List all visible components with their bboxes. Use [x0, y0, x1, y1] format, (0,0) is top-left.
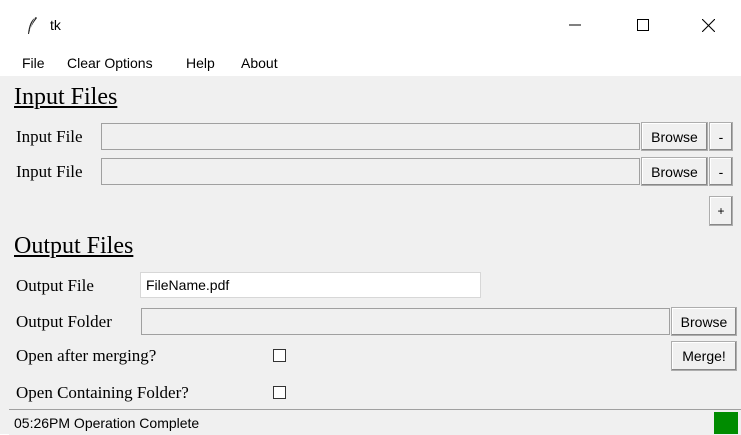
maximize-button[interactable] [620, 0, 666, 50]
minimize-icon [569, 24, 581, 26]
input-browse-button-2[interactable]: Browse [641, 157, 708, 186]
input-remove-button-2[interactable]: - [709, 157, 733, 186]
input-files-heading: Input Files [14, 84, 118, 110]
status-text: 05:26PM Operation Complete [14, 415, 200, 431]
output-file-label: Output File [16, 276, 94, 295]
input-file-field-1[interactable] [101, 123, 640, 150]
merge-button[interactable]: Merge! [671, 341, 737, 371]
menu-about[interactable]: About [241, 55, 278, 71]
output-files-heading: Output Files [14, 233, 134, 259]
minimize-button[interactable] [552, 0, 598, 50]
status-indicator [714, 412, 738, 434]
open-containing-folder-label: Open Containing Folder? [16, 383, 189, 402]
feather-icon [28, 17, 37, 34]
status-bar: 05:26PM Operation Complete [9, 409, 741, 435]
output-file-input[interactable]: FileName.pdf [140, 272, 481, 298]
input-file-field-2[interactable] [101, 158, 640, 185]
open-after-merging-checkbox[interactable] [273, 349, 286, 362]
window-title: tk [50, 17, 61, 33]
input-file-label-1: Input File [16, 127, 83, 146]
title-bar: tk [0, 0, 741, 50]
close-button[interactable] [685, 0, 731, 50]
menu-file[interactable]: File [22, 55, 45, 71]
output-folder-field[interactable] [141, 308, 670, 335]
input-file-label-2: Input File [16, 162, 83, 181]
menu-bar: File Clear Options Help About [0, 50, 741, 76]
input-browse-button-1[interactable]: Browse [641, 122, 708, 151]
output-browse-button[interactable]: Browse [671, 307, 737, 336]
open-after-merging-label: Open after merging? [16, 346, 157, 365]
menu-clear-options[interactable]: Clear Options [67, 55, 153, 71]
output-folder-label: Output Folder [16, 312, 112, 331]
menu-help[interactable]: Help [186, 55, 215, 71]
open-containing-folder-checkbox[interactable] [273, 386, 286, 399]
add-input-button[interactable]: + [709, 196, 733, 226]
app-window: tk File Clear Options Help About Input F… [0, 0, 741, 435]
close-icon [701, 18, 715, 32]
input-remove-button-1[interactable]: - [709, 122, 733, 151]
maximize-icon [637, 19, 649, 31]
